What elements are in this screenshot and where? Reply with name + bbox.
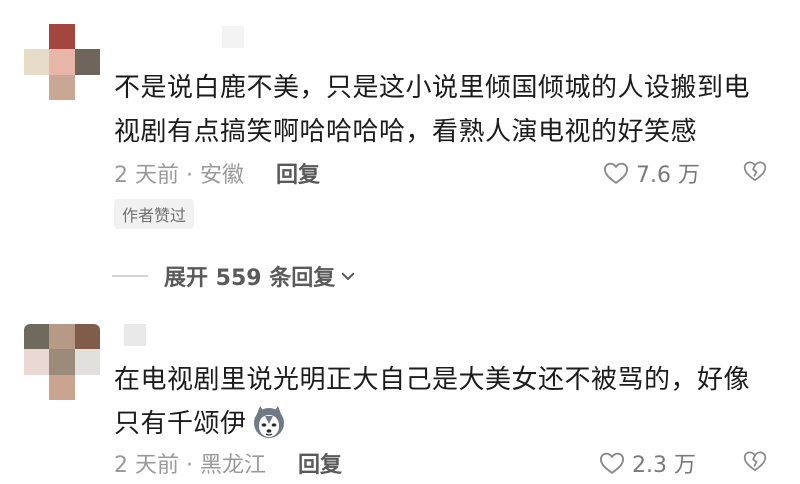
username-mosaic[interactable] <box>222 26 244 48</box>
like-count: 2.3 万 <box>632 453 696 478</box>
avatar-pixel <box>74 349 100 375</box>
avatar-pixel <box>24 24 50 50</box>
avatar-pixel <box>24 349 50 375</box>
comment-meta: 2 天前 · 安徽 回复 <box>114 157 320 189</box>
username-mosaic[interactable] <box>124 324 146 346</box>
broken-heart-icon[interactable] <box>742 158 768 184</box>
time-location: 2 天前 · 黑龙江 <box>114 453 266 478</box>
divider-line <box>112 275 148 277</box>
avatar-pixel <box>49 49 75 75</box>
comment-item: 在电视剧里说光明正大自己是大美女还不被骂的，好像只有千颂伊 2 天前 · 黑龙江… <box>0 316 800 484</box>
like-button[interactable]: 7.6 万 <box>602 157 700 189</box>
avatar[interactable] <box>24 24 100 100</box>
expand-replies-button[interactable]: 展开 559 条回复 <box>112 260 357 292</box>
husky-dog-emoji-icon <box>253 406 284 438</box>
avatar-pixel <box>49 324 75 350</box>
comment-meta: 2 天前 · 黑龙江 回复 <box>114 447 342 479</box>
broken-heart-icon[interactable] <box>742 448 768 474</box>
avatar-pixel <box>49 24 75 50</box>
heart-outline-icon <box>603 162 629 184</box>
reply-button[interactable]: 回复 <box>276 157 320 189</box>
avatar-pixel <box>24 324 50 350</box>
avatar-pixel <box>74 24 100 50</box>
username-mosaic-block <box>222 26 244 48</box>
like-button[interactable]: 2.3 万 <box>598 447 696 479</box>
avatar-pixel <box>49 349 75 375</box>
comment-item: 不是说白鹿不美，只是这小说里倾国倾城的人设搬到电视剧有点搞笑啊哈哈哈哈，看熟人演… <box>0 0 800 300</box>
comment-text-body: 在电视剧里说光明正大自己是大美女还不被骂的，好像只有千颂伊 <box>114 365 751 439</box>
avatar-pixel <box>74 49 100 75</box>
avatar-pixel <box>49 374 75 400</box>
avatar-pixel <box>74 74 100 100</box>
avatar-pixel <box>24 49 50 75</box>
comment-text: 在电视剧里说光明正大自己是大美女还不被骂的，好像只有千颂伊 <box>114 358 774 446</box>
like-count: 7.6 万 <box>636 163 700 188</box>
avatar-pixel <box>24 374 50 400</box>
avatar-pixel <box>74 324 100 350</box>
time-location: 2 天前 · 安徽 <box>114 163 244 188</box>
avatar-pixel <box>74 374 100 400</box>
username-mosaic-block <box>124 324 146 346</box>
heart-outline-icon <box>599 452 625 474</box>
avatar-pixel <box>49 74 75 100</box>
avatar[interactable] <box>24 324 100 400</box>
avatar-pixel <box>24 74 50 100</box>
comment-text: 不是说白鹿不美，只是这小说里倾国倾城的人设搬到电视剧有点搞笑啊哈哈哈哈，看熟人演… <box>114 73 751 147</box>
chevron-down-icon <box>342 272 355 280</box>
reply-button[interactable]: 回复 <box>298 447 342 479</box>
expand-replies-label: 展开 559 条回复 <box>164 266 336 291</box>
author-liked-badge: 作者赞过 <box>114 199 195 229</box>
